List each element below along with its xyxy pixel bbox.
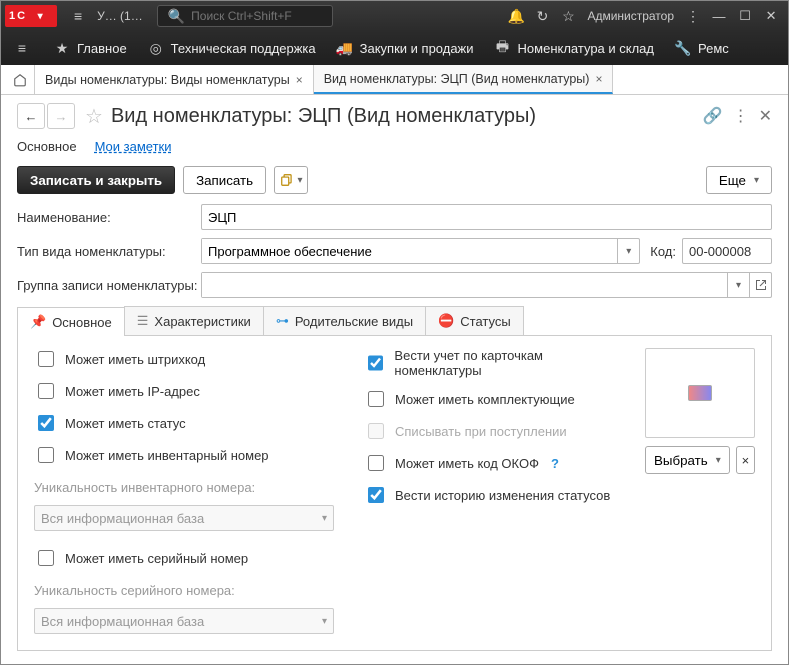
current-user[interactable]: Администратор — [587, 9, 674, 23]
tab-close[interactable]: × — [595, 72, 602, 86]
save-button[interactable]: Записать — [183, 166, 266, 194]
logo-chevron-icon: ▾ — [31, 7, 49, 25]
save-and-close-button[interactable]: Записать и закрыть — [17, 166, 175, 194]
favorite-star-icon[interactable]: ☆ — [85, 104, 103, 129]
type-combo[interactable]: ▾ — [201, 238, 640, 264]
chk-cards[interactable]: Вести учет по карточкам номенклатуры — [364, 348, 625, 378]
copy-dropdown[interactable] — [274, 166, 308, 194]
menu-repair[interactable]: 🔧Ремс — [664, 31, 739, 65]
history-icon[interactable]: ↻ — [533, 7, 551, 25]
wrench-icon: 🔧 — [674, 39, 692, 57]
star-menu-icon: ★ — [53, 39, 71, 57]
tab-type-item[interactable]: Вид номенклатуры: ЭЦП (Вид номенклатуры)… — [314, 65, 614, 94]
pin-icon: 📌 — [30, 314, 46, 330]
section-main[interactable]: Основное — [17, 139, 77, 156]
chk-inventory[interactable]: Может иметь инвентарный номер — [34, 444, 344, 466]
app-logo-1c: 1С▾ — [5, 5, 57, 27]
menu-icon: ≡ — [13, 39, 31, 57]
chk-writeoff: Списывать при поступлении — [364, 420, 625, 442]
type-combo-input[interactable] — [202, 239, 617, 263]
inner-tab-characteristics[interactable]: ☰Характеристики — [124, 306, 264, 335]
lifebuoy-icon: ◎ — [147, 39, 165, 57]
type-label: Тип вида номенклатуры: — [17, 244, 201, 259]
window-minimize[interactable]: — — [706, 5, 732, 27]
group-combo-dropdown[interactable]: ▾ — [727, 273, 749, 297]
inner-tab-main[interactable]: 📌Основное — [17, 307, 125, 336]
list-icon: ☰ — [137, 313, 149, 329]
chk-status-history[interactable]: Вести историю изменения статусов — [364, 484, 625, 506]
name-input[interactable] — [201, 204, 772, 230]
page-title: Вид номенклатуры: ЭЦП (Вид номенклатуры) — [111, 105, 536, 128]
tab-close[interactable]: × — [296, 73, 303, 87]
global-search[interactable]: 🔍 — [157, 5, 333, 27]
tab-home[interactable] — [5, 65, 35, 94]
menu-support[interactable]: ◎Техническая поддержка — [137, 31, 326, 65]
link-icon[interactable]: 🔗 — [703, 106, 723, 126]
chk-ip[interactable]: Может иметь IP-адрес — [34, 380, 344, 402]
stop-icon: ⛔ — [438, 313, 454, 329]
hamburger-icon[interactable]: ≡ — [69, 7, 87, 25]
star-icon[interactable]: ☆ — [559, 7, 577, 25]
more-button[interactable]: Еще — [706, 166, 772, 194]
tab-types-list[interactable]: Виды номенклатуры: Виды номенклатуры× — [35, 65, 314, 94]
window-maximize[interactable]: ☐ — [732, 5, 758, 27]
chk-components[interactable]: Может иметь комплектующие — [364, 388, 625, 410]
window-close[interactable]: ✕ — [758, 5, 784, 27]
chk-serial[interactable]: Может иметь серийный номер — [34, 547, 344, 569]
user-menu-icon[interactable]: ⋮ — [684, 7, 702, 25]
copy-icon — [280, 173, 294, 187]
chk-okof[interactable]: Может иметь код ОКОФ? — [364, 452, 625, 474]
nav-back[interactable]: ← — [17, 103, 45, 129]
help-icon[interactable]: ? — [551, 456, 559, 471]
chk-status[interactable]: Может иметь статус — [34, 412, 344, 434]
chk-barcode[interactable]: Может иметь штрихкод — [34, 348, 344, 370]
page-close-icon[interactable]: ✕ — [759, 106, 772, 126]
select-image-button[interactable]: Выбрать — [645, 446, 730, 474]
type-combo-dropdown[interactable]: ▾ — [617, 239, 639, 263]
global-search-input[interactable] — [189, 8, 326, 24]
clear-image-button[interactable]: × — [736, 446, 755, 474]
inv-unique-select[interactable]: Вся информационная база▾ — [34, 505, 334, 531]
group-label: Группа записи номенклатуры: — [17, 278, 201, 293]
tree-icon: ⊶ — [276, 313, 289, 329]
image-thumb[interactable] — [645, 348, 755, 438]
menu-nomenclature[interactable]: 🖶Номенклатура и склад — [484, 31, 664, 65]
printer-icon: 🖶 — [494, 39, 512, 57]
code-box: 00-000008 — [682, 238, 772, 264]
group-combo-input[interactable] — [202, 273, 727, 297]
nav-forward[interactable]: → — [47, 103, 75, 129]
ser-unique-label: Уникальность серийного номера: — [34, 583, 344, 598]
home-icon — [13, 73, 27, 87]
search-icon: 🔍 — [168, 7, 185, 25]
section-notes[interactable]: Мои заметки — [95, 139, 172, 156]
inv-unique-label: Уникальность инвентарного номера: — [34, 480, 344, 495]
bell-icon[interactable]: 🔔 — [507, 7, 525, 25]
truck-icon: 🚚 — [336, 39, 354, 57]
computer-icon — [688, 385, 712, 401]
code-label: Код: — [650, 244, 676, 259]
menu-toggle[interactable]: ≡ — [7, 31, 43, 65]
group-combo-open[interactable] — [749, 273, 771, 297]
ser-unique-select[interactable]: Вся информационная база▾ — [34, 608, 334, 634]
title-bar-tab[interactable]: У… (1… — [97, 9, 143, 23]
menu-home[interactable]: ★Главное — [43, 31, 137, 65]
inner-tab-parents[interactable]: ⊶Родительские виды — [263, 306, 426, 335]
kebab-icon[interactable]: ⋮ — [733, 106, 749, 126]
inner-tab-statuses[interactable]: ⛔Статусы — [425, 306, 524, 335]
group-combo[interactable]: ▾ — [201, 272, 772, 298]
name-label: Наименование: — [17, 210, 201, 225]
menu-sales[interactable]: 🚚Закупки и продажи — [326, 31, 484, 65]
